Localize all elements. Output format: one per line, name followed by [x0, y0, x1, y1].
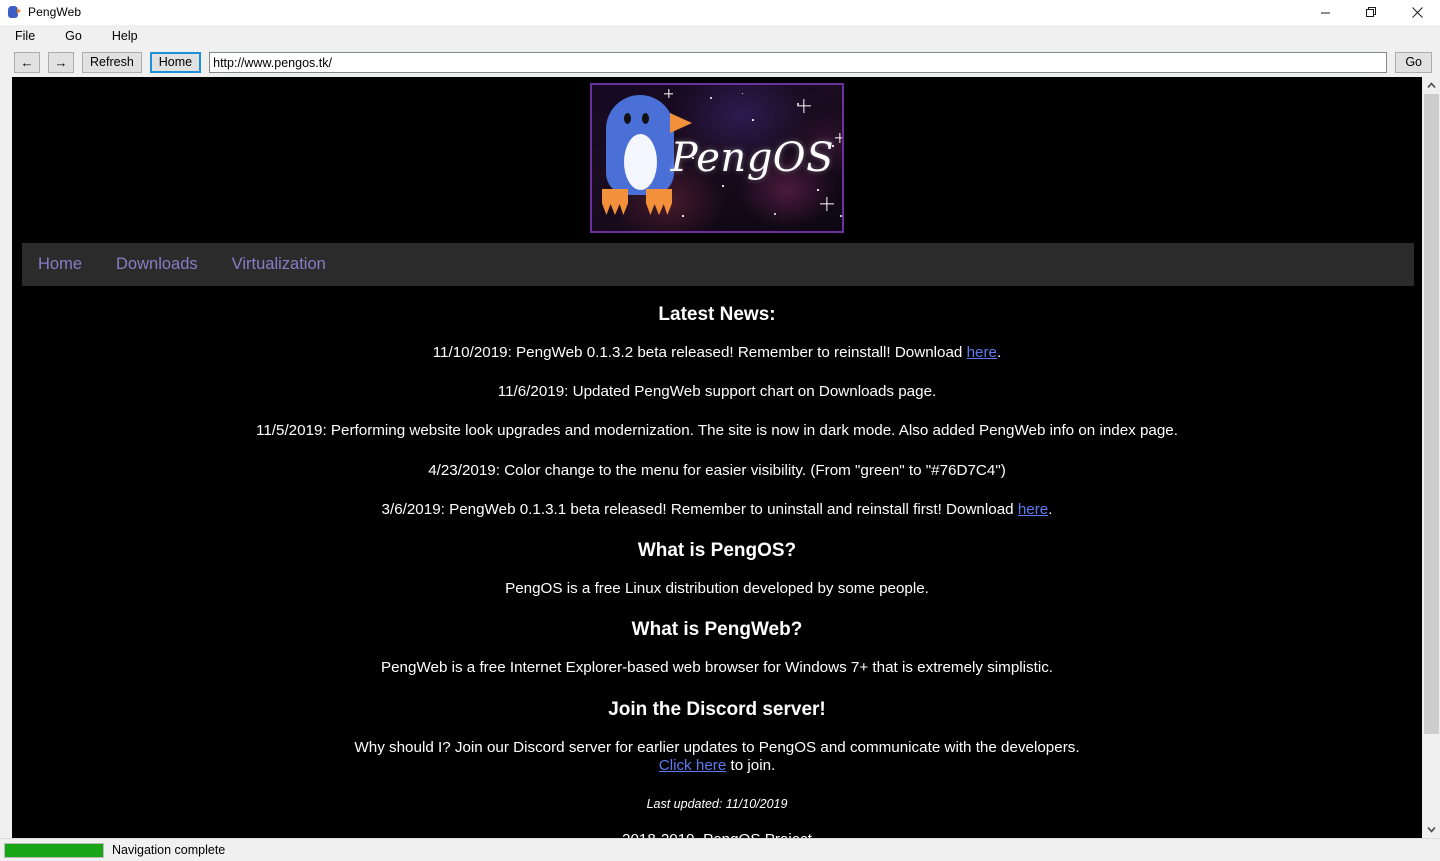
news-text: 4/23/2019: Color change to the menu for … — [428, 461, 1006, 479]
home-button[interactable]: Home — [149, 52, 202, 73]
news-item: 11/5/2019: Performing website look upgra… — [36, 422, 1398, 440]
go-button[interactable]: Go — [1395, 52, 1432, 73]
back-button[interactable]: ← — [14, 52, 40, 73]
banner-title: PengOS — [670, 135, 834, 181]
browser-toolbar: ← → Refresh Home Go — [0, 48, 1440, 77]
news-text-after: . — [997, 344, 1002, 361]
news-text-after: . — [1048, 500, 1053, 518]
site-navigation: Home Downloads Virtualization — [22, 243, 1414, 286]
news-item: 3/6/2019: PengWeb 0.1.3.1 beta released!… — [36, 501, 1398, 519]
news-text: 11/5/2019: Performing website look upgra… — [256, 422, 1178, 440]
title-bar-left: PengWeb — [0, 5, 1302, 19]
discord-body: Why should I? Join our Discord server fo… — [354, 738, 1080, 756]
nav-link-home[interactable]: Home — [38, 255, 82, 274]
discord-invite-link[interactable]: Click here — [659, 757, 727, 774]
news-item: 11/6/2019: Updated PengWeb support chart… — [36, 383, 1398, 401]
scrollbar-thumb[interactable] — [1424, 94, 1439, 734]
latest-news-heading: Latest News: — [658, 304, 776, 325]
scroll-up-icon[interactable] — [1423, 77, 1440, 94]
status-bar: Navigation complete — [0, 838, 1440, 861]
news-text: 11/6/2019: Updated PengWeb support chart… — [497, 383, 937, 401]
progress-bar-fill — [5, 843, 103, 857]
discord-heading: Join the Discord server! — [608, 698, 826, 720]
refresh-button[interactable]: Refresh — [82, 52, 142, 73]
pengweb-browser-window: PengWeb File Go Help ← → Refresh Home ht… — [0, 0, 1440, 861]
last-updated-text: Last updated: 11/10/2019 — [646, 797, 788, 812]
discord-join-line: Click here to join. — [36, 757, 1398, 775]
news-text: 3/6/2019: PengWeb 0.1.3.1 beta released!… — [381, 500, 1018, 518]
menu-bar: File Go Help — [0, 25, 1440, 48]
what-is-pengweb-heading: What is PengWeb? — [631, 619, 803, 641]
status-text: Navigation complete — [112, 843, 226, 857]
banner-area: PengOS — [12, 77, 1422, 238]
restore-icon[interactable] — [1348, 0, 1394, 24]
progress-bar — [4, 842, 104, 858]
close-icon[interactable] — [1394, 0, 1440, 24]
what-is-pengos-heading: What is PengOS? — [637, 540, 797, 562]
nav-link-downloads[interactable]: Downloads — [116, 255, 198, 274]
what-is-pengos-body: PengOS is a free Linux distribution deve… — [505, 580, 929, 598]
news-item: 4/23/2019: Color change to the menu for … — [36, 462, 1398, 480]
discord-join-text: to join. — [726, 756, 776, 774]
window-title: PengWeb — [28, 5, 82, 19]
what-is-pengweb-body: PengWeb is a free Internet Explorer-base… — [380, 659, 1054, 677]
minimize-icon[interactable] — [1302, 0, 1348, 24]
news-item: 11/10/2019: PengWeb 0.1.3.2 beta release… — [36, 344, 1398, 362]
url-input[interactable] — [209, 52, 1388, 73]
web-page-content: PengOS Home Downloads Virtualization Lat… — [12, 77, 1422, 838]
news-download-link[interactable]: here — [1018, 501, 1048, 518]
menu-item-go[interactable]: Go — [59, 28, 92, 45]
nav-link-virtualization[interactable]: Virtualization — [232, 255, 326, 274]
news-download-link[interactable]: here — [967, 344, 997, 361]
page-body: Latest News: 11/10/2019: PengWeb 0.1.3.2… — [12, 286, 1422, 838]
page-scrollbar[interactable] — [1422, 77, 1440, 838]
window-controls — [1302, 0, 1440, 24]
menu-item-help[interactable]: Help — [106, 28, 148, 45]
scroll-down-icon[interactable] — [1423, 821, 1440, 838]
news-text: 11/10/2019: PengWeb 0.1.3.2 beta release… — [432, 344, 967, 361]
scrollbar-track[interactable] — [1423, 94, 1440, 821]
menu-item-file[interactable]: File — [9, 28, 45, 45]
browser-viewport: PengOS Home Downloads Virtualization Lat… — [12, 77, 1440, 838]
title-bar: PengWeb — [0, 0, 1440, 25]
forward-button[interactable]: → — [48, 52, 74, 73]
penguin-icon — [7, 5, 21, 19]
pengos-logo-banner: PengOS — [590, 83, 844, 233]
copyright-text: 2018-2019, PengOS Project — [36, 831, 1398, 838]
